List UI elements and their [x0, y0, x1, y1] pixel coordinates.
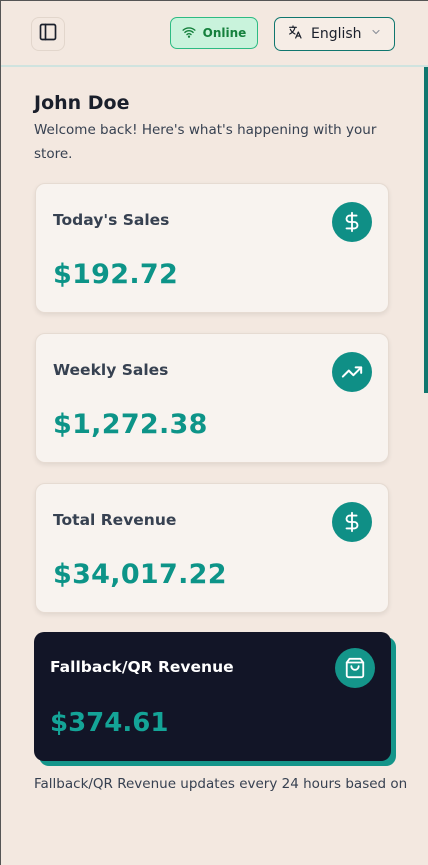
- language-label: English: [311, 26, 362, 42]
- trending-up-icon: [332, 352, 372, 392]
- top-bar: Online English: [1, 1, 428, 67]
- sidebar-icon: [38, 22, 58, 46]
- card-value: $34,017.22: [53, 559, 227, 590]
- online-status-label: Online: [202, 26, 247, 40]
- card-title: Today's Sales: [53, 211, 170, 229]
- welcome-text: Welcome back! Here's what's happening wi…: [34, 122, 377, 162]
- card-title: Total Revenue: [53, 511, 177, 529]
- dollar-icon: [332, 502, 372, 542]
- user-name-heading: John Doe: [34, 92, 130, 114]
- card-value: $192.72: [53, 259, 179, 290]
- todays-sales-card: Today's Sales $192.72: [35, 183, 389, 313]
- weekly-sales-card: Weekly Sales $1,272.38: [35, 333, 389, 463]
- total-revenue-card: Total Revenue $34,017.22: [35, 483, 389, 613]
- card-value: $1,272.38: [53, 409, 208, 440]
- fallback-qr-revenue-card: Fallback/QR Revenue $374.61: [34, 632, 391, 761]
- dollar-icon: [332, 202, 372, 242]
- translate-icon: [287, 24, 303, 44]
- language-select[interactable]: English: [274, 17, 395, 51]
- shopping-bag-icon: [335, 648, 375, 688]
- card-value: $374.61: [50, 708, 169, 738]
- chevron-down-icon: [370, 26, 382, 42]
- scrollbar-thumb[interactable]: [424, 67, 428, 393]
- fallback-revenue-note: Fallback/QR Revenue updates every 24 hou…: [34, 776, 408, 792]
- card-title: Fallback/QR Revenue: [50, 658, 234, 676]
- sidebar-toggle-button[interactable]: [31, 17, 65, 51]
- card-title: Weekly Sales: [53, 361, 169, 379]
- online-status-badge: Online: [170, 17, 258, 49]
- wifi-icon: [182, 25, 196, 42]
